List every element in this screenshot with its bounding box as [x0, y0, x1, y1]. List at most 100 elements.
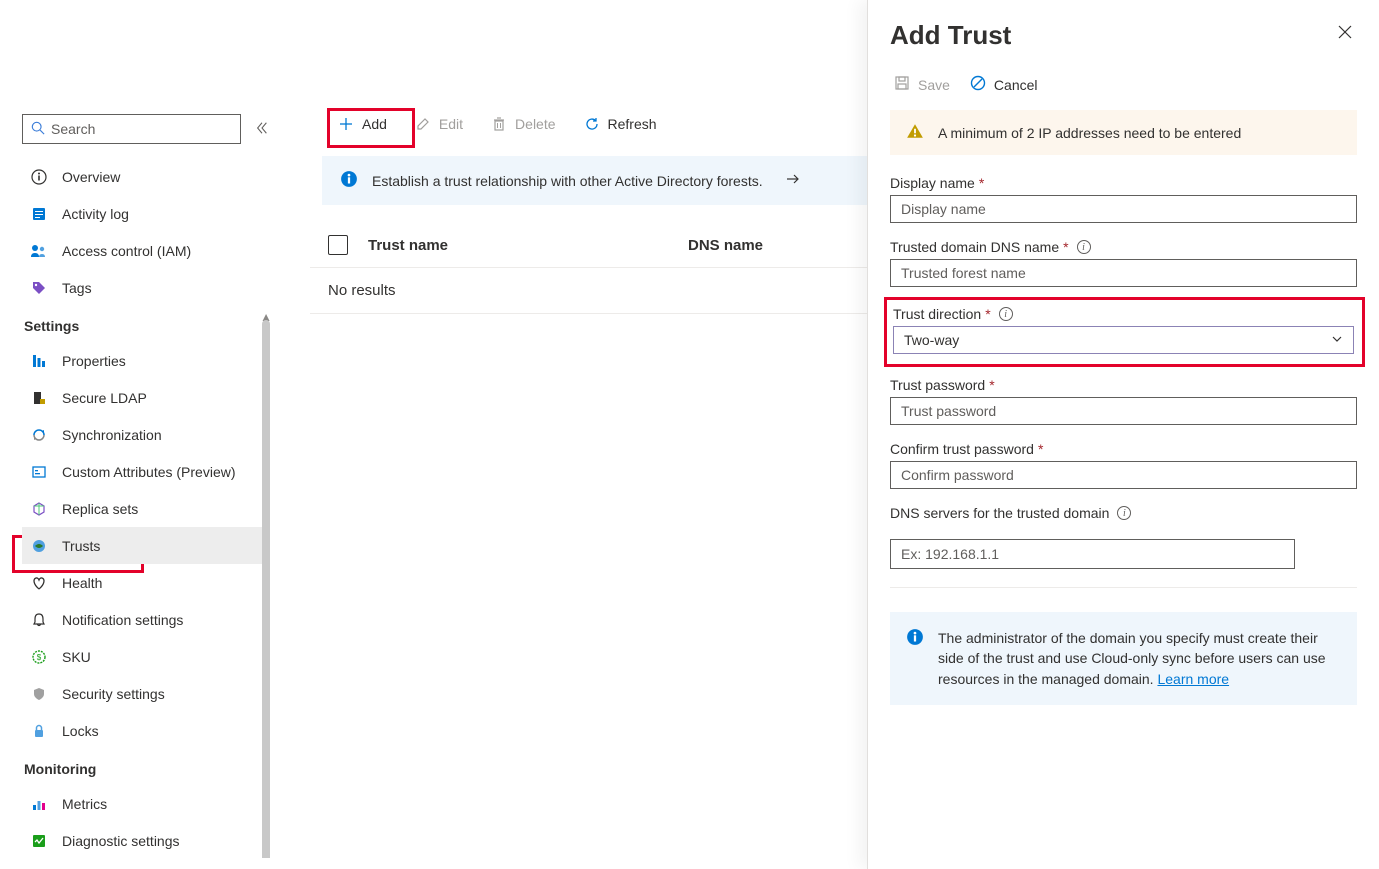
server-lock-icon: [30, 390, 48, 406]
required-mark: *: [989, 377, 994, 393]
col-trust-name[interactable]: Trust name: [368, 237, 688, 254]
required-mark: *: [1038, 441, 1043, 457]
display-name-input[interactable]: [890, 195, 1357, 223]
tag-icon: [30, 280, 48, 296]
banner-text: Establish a trust relationship with othe…: [372, 173, 763, 189]
nav-diagnostic[interactable]: Diagnostic settings: [22, 822, 270, 858]
required-mark: *: [1063, 239, 1068, 255]
nav-label: Custom Attributes (Preview): [62, 464, 236, 480]
collapse-sidebar-icon[interactable]: [251, 117, 273, 142]
nav-label: Synchronization: [62, 427, 162, 443]
dns-name-input[interactable]: [890, 259, 1357, 287]
display-name-label: Display name: [890, 175, 975, 191]
info-icon[interactable]: i: [999, 307, 1013, 321]
scrollbar-thumb[interactable]: [262, 320, 270, 858]
replica-icon: [30, 501, 48, 517]
warning-icon: [906, 122, 924, 143]
password-input[interactable]: [890, 397, 1357, 425]
nav-label: Properties: [62, 353, 126, 369]
search-icon: [31, 121, 45, 138]
nav-health[interactable]: Health: [22, 564, 270, 601]
diagnostic-icon: [30, 833, 48, 849]
panel-title: Add Trust: [890, 20, 1011, 51]
nav-iam[interactable]: Access control (IAM): [22, 232, 270, 269]
col-dns-name[interactable]: DNS name: [688, 237, 763, 254]
nav-replica-sets[interactable]: Replica sets: [22, 490, 270, 527]
direction-select[interactable]: Two-way: [893, 326, 1354, 354]
nav-label: Access control (IAM): [62, 243, 191, 259]
info-icon[interactable]: i: [1117, 506, 1131, 520]
nav-label: Health: [62, 575, 102, 591]
nav-label: Activity log: [62, 206, 129, 222]
chevron-down-icon: [1331, 332, 1343, 348]
nav-label: Tags: [62, 280, 92, 296]
nav-label: Replica sets: [62, 501, 138, 517]
nav-secure-ldap[interactable]: Secure LDAP: [22, 379, 270, 416]
section-monitoring: Monitoring: [22, 749, 270, 785]
required-mark: *: [979, 175, 984, 191]
arrow-right-icon[interactable]: [785, 171, 801, 190]
highlight-trust-direction: Trust direction * i Two-way: [884, 297, 1365, 367]
save-button: Save: [894, 75, 950, 94]
properties-icon: [30, 353, 48, 369]
select-all-checkbox[interactable]: [328, 235, 348, 255]
info-icon: [30, 169, 48, 185]
info-icon: [340, 170, 358, 191]
pencil-icon: [415, 116, 431, 132]
dns-servers-input[interactable]: [890, 539, 1295, 569]
info-icon[interactable]: i: [1077, 240, 1091, 254]
nav-security[interactable]: Security settings: [22, 675, 270, 712]
confirm-label: Confirm trust password: [890, 441, 1034, 457]
nav-sku[interactable]: $ SKU: [22, 638, 270, 675]
nav-label: Security settings: [62, 686, 165, 702]
refresh-button[interactable]: Refresh: [574, 110, 667, 138]
nav-label: Trusts: [62, 538, 100, 554]
search-input-wrap[interactable]: [22, 114, 241, 144]
nav-tags[interactable]: Tags: [22, 269, 270, 306]
btn-label: Refresh: [608, 116, 657, 132]
learn-more-link[interactable]: Learn more: [1157, 671, 1229, 687]
nav-label: Locks: [62, 723, 99, 739]
add-trust-panel: Add Trust Save Cancel A minimum of 2 IP …: [867, 0, 1379, 869]
sync-icon: [30, 427, 48, 443]
info-text: The administrator of the domain you spec…: [938, 630, 1326, 687]
direction-value: Two-way: [904, 332, 959, 348]
nav-synchronization[interactable]: Synchronization: [22, 416, 270, 453]
add-button[interactable]: Add: [328, 110, 397, 138]
lock-icon: [30, 723, 48, 739]
cancel-button[interactable]: Cancel: [970, 75, 1038, 94]
btn-label: Cancel: [994, 77, 1038, 93]
nav-properties[interactable]: Properties: [22, 342, 270, 379]
nav-trusts[interactable]: Trusts: [22, 527, 270, 564]
sidebar: Overview Activity log Access control (IA…: [0, 0, 290, 869]
attributes-icon: [30, 464, 48, 480]
heart-icon: [30, 575, 48, 591]
nav-notification[interactable]: Notification settings: [22, 601, 270, 638]
cancel-icon: [970, 75, 986, 94]
nav-label: SKU: [62, 649, 91, 665]
btn-label: Save: [918, 77, 950, 93]
delete-button: Delete: [481, 110, 565, 138]
nav-activity-log[interactable]: Activity log: [22, 195, 270, 232]
warning-banner: A minimum of 2 IP addresses need to be e…: [890, 110, 1357, 155]
nav-custom-attributes[interactable]: Custom Attributes (Preview): [22, 453, 270, 490]
metrics-icon: [30, 796, 48, 812]
people-icon: [30, 243, 48, 259]
svg-text:$: $: [37, 653, 42, 662]
btn-label: Edit: [439, 116, 463, 132]
confirm-input[interactable]: [890, 461, 1357, 489]
nav-overview[interactable]: Overview: [22, 158, 270, 195]
refresh-icon: [584, 116, 600, 132]
nav-locks[interactable]: Locks: [22, 712, 270, 749]
direction-label: Trust direction: [893, 306, 981, 322]
nav-label: Secure LDAP: [62, 390, 147, 406]
btn-label: Delete: [515, 116, 555, 132]
log-icon: [30, 206, 48, 222]
close-button[interactable]: [1333, 20, 1357, 47]
dns-name-label: Trusted domain DNS name: [890, 239, 1059, 255]
nav-metrics[interactable]: Metrics: [22, 785, 270, 822]
btn-label: Add: [362, 116, 387, 132]
dns-servers-label: DNS servers for the trusted domain: [890, 505, 1109, 521]
search-input[interactable]: [45, 121, 232, 137]
sku-icon: $: [30, 649, 48, 665]
